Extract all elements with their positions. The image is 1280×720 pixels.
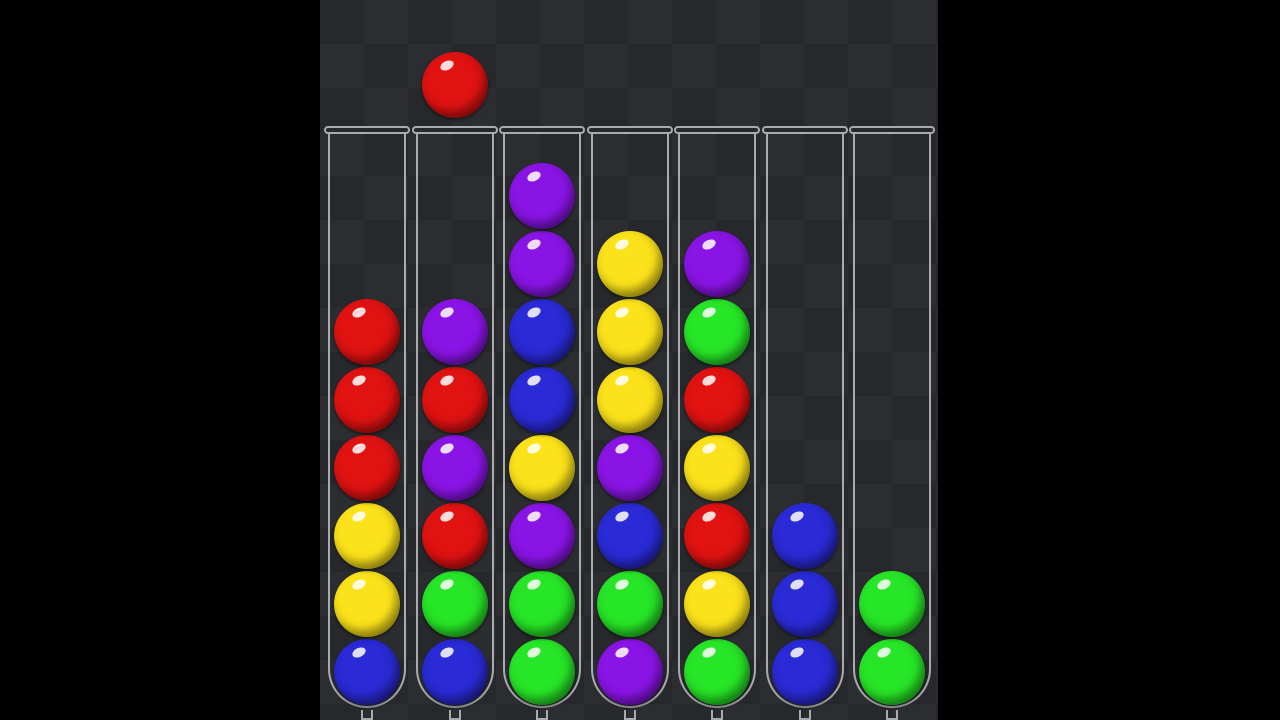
selected-red-ball[interactable] bbox=[421, 52, 488, 118]
purple-ball bbox=[509, 503, 575, 569]
tube-rim bbox=[324, 126, 410, 134]
tube-stand bbox=[711, 710, 723, 720]
tube-rim bbox=[849, 126, 935, 134]
green-ball bbox=[859, 571, 925, 637]
tube-rim bbox=[411, 126, 498, 134]
tube-stand bbox=[798, 710, 811, 720]
green-ball bbox=[596, 571, 663, 637]
tube-stand bbox=[623, 710, 636, 720]
blue-ball bbox=[771, 639, 838, 705]
purple-ball bbox=[509, 231, 575, 297]
red-ball bbox=[684, 503, 750, 569]
red-ball bbox=[334, 299, 400, 365]
tube-stand bbox=[448, 710, 461, 720]
red-ball bbox=[421, 367, 488, 433]
green-ball bbox=[684, 639, 750, 705]
tube-stand bbox=[886, 710, 898, 720]
yellow-ball bbox=[334, 503, 400, 569]
tube-rim bbox=[674, 126, 760, 134]
blue-ball bbox=[771, 571, 838, 637]
yellow-ball bbox=[334, 571, 400, 637]
tube-rim bbox=[761, 126, 848, 134]
purple-ball bbox=[596, 435, 663, 501]
tube-rim bbox=[586, 126, 673, 134]
blue-ball bbox=[771, 503, 838, 569]
purple-ball bbox=[684, 231, 750, 297]
yellow-ball bbox=[596, 367, 663, 433]
blue-ball bbox=[509, 367, 575, 433]
purple-ball bbox=[421, 299, 488, 365]
purple-ball bbox=[421, 435, 488, 501]
green-ball bbox=[859, 639, 925, 705]
blue-ball bbox=[509, 299, 575, 365]
yellow-ball bbox=[684, 435, 750, 501]
blue-ball bbox=[596, 503, 663, 569]
yellow-ball bbox=[509, 435, 575, 501]
red-ball bbox=[334, 367, 400, 433]
screen bbox=[0, 0, 1280, 720]
green-ball bbox=[509, 571, 575, 637]
tube-rim bbox=[499, 126, 585, 134]
yellow-ball bbox=[684, 571, 750, 637]
green-ball bbox=[421, 571, 488, 637]
green-ball bbox=[684, 299, 750, 365]
purple-ball bbox=[509, 163, 575, 229]
yellow-ball bbox=[596, 231, 663, 297]
yellow-ball bbox=[596, 299, 663, 365]
red-ball bbox=[421, 503, 488, 569]
tube-stand bbox=[536, 710, 548, 720]
red-ball bbox=[684, 367, 750, 433]
game-board bbox=[320, 0, 938, 720]
red-ball bbox=[334, 435, 400, 501]
blue-ball bbox=[421, 639, 488, 705]
tube-stand bbox=[361, 710, 373, 720]
purple-ball bbox=[596, 639, 663, 705]
blue-ball bbox=[334, 639, 400, 705]
green-ball bbox=[509, 639, 575, 705]
